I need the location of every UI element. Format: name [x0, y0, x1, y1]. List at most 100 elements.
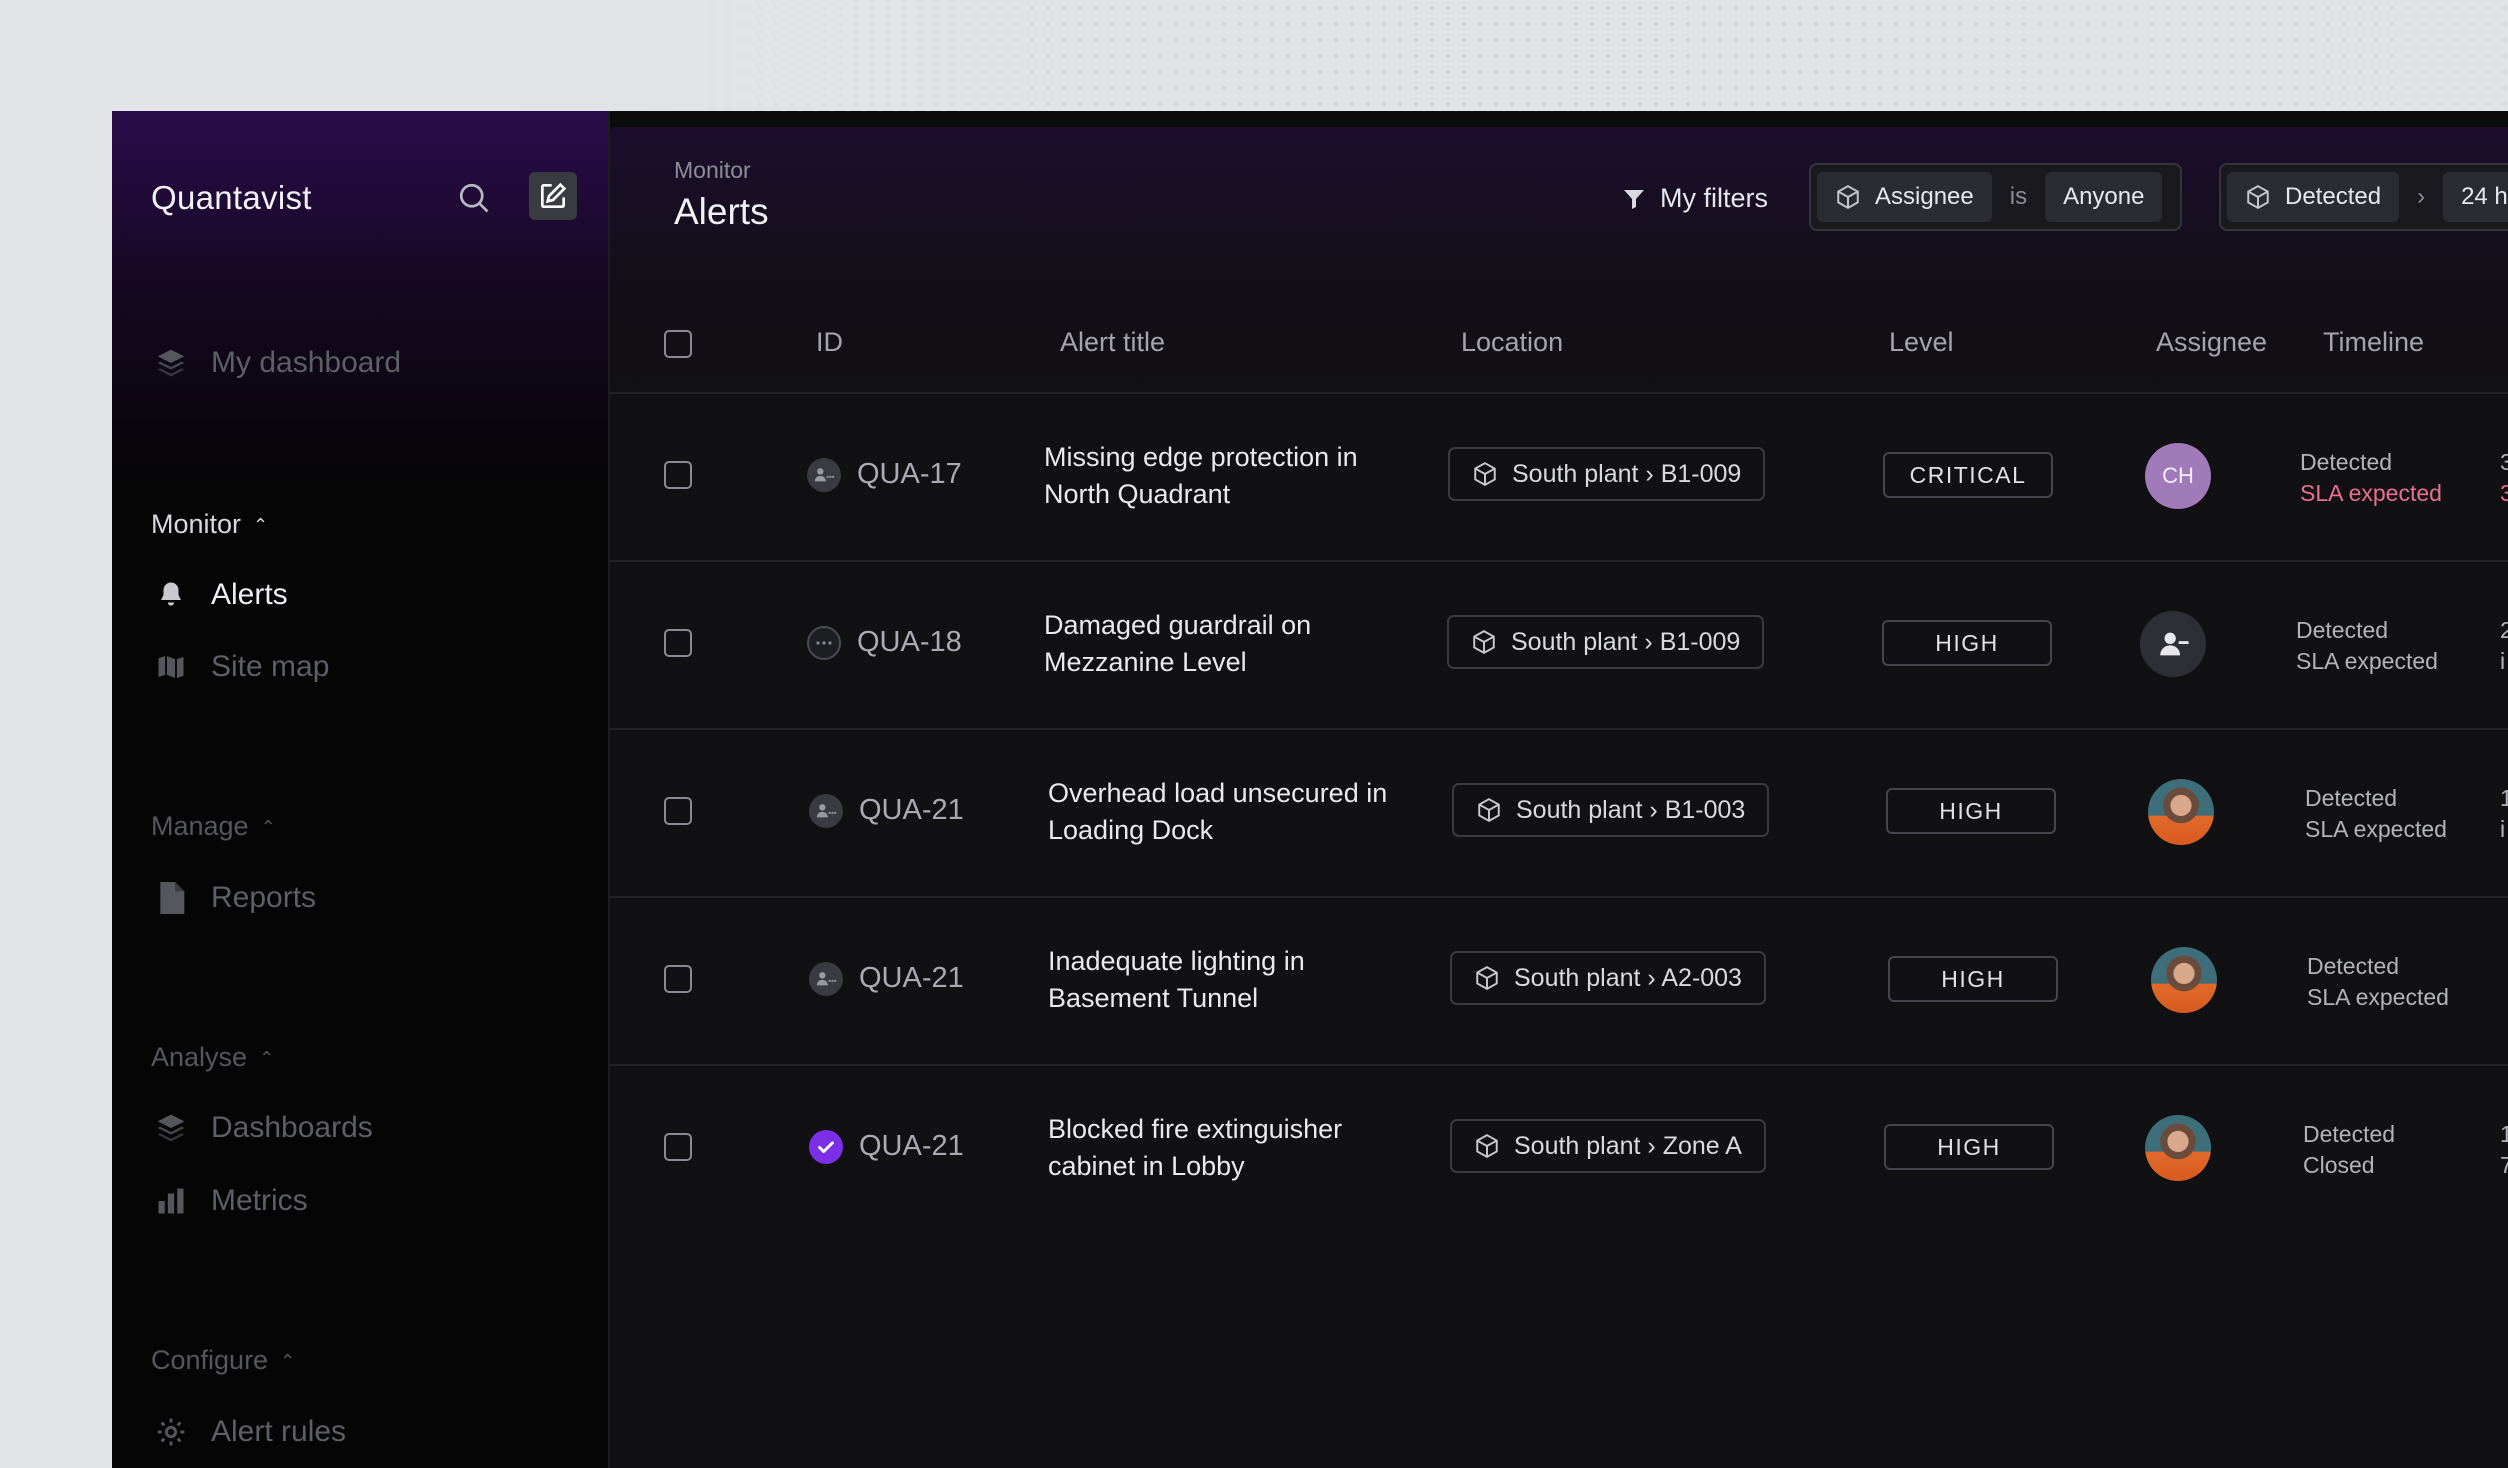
table-row[interactable]: QUA-21 Blocked fire extinguisher cabinet… — [610, 1066, 2508, 1232]
row-checkbox[interactable] — [664, 1133, 692, 1161]
main-panel: Monitor Alerts My filters Assignee is An… — [610, 127, 2508, 1468]
app-window: Quantavist My dashboard Monitor ⌃ Alerts — [112, 111, 2508, 1468]
location-label: South plant › B1-003 — [1516, 795, 1746, 824]
column-header-timeline[interactable]: Timeline — [2323, 327, 2424, 358]
section-manage[interactable]: Manage ⌃ — [151, 811, 276, 842]
timeline: Detected Closed — [2303, 1119, 2395, 1181]
alert-id[interactable]: QUA-21 — [859, 794, 964, 827]
alert-title[interactable]: Damaged guardrail on Mezzanine Level — [1044, 607, 1384, 681]
alert-id[interactable]: QUA-21 — [859, 1130, 964, 1163]
column-header-assignee[interactable]: Assignee — [2156, 327, 2267, 358]
my-filters-button[interactable]: My filters — [1622, 183, 1768, 214]
chevron-updown-icon: ⌃ — [253, 514, 269, 535]
alert-title[interactable]: Overhead load unsecured in Loading Dock — [1048, 775, 1388, 849]
filter-operator[interactable]: › — [2399, 183, 2443, 211]
cube-icon — [1478, 798, 1500, 822]
filter-detected[interactable]: Detected › 24 h — [2219, 163, 2508, 231]
table-row[interactable]: QUA-21 Overhead load unsecured in Loadin… — [610, 730, 2508, 898]
table-row[interactable]: QUA-18 Damaged guardrail on Mezzanine Le… — [610, 562, 2508, 730]
avatar[interactable] — [2145, 1115, 2211, 1181]
timeline: Detected SLA expected — [2296, 615, 2438, 677]
filter-field-chip[interactable]: Detected — [2227, 172, 2400, 222]
sidebar-item-label: Metrics — [211, 1184, 308, 1217]
sidebar-item-my-dashboard[interactable]: My dashboard — [151, 343, 401, 383]
location-label: South plant › A2-003 — [1514, 963, 1742, 992]
filter-icon — [1624, 189, 1644, 209]
timeline-sla: SLA expected — [2296, 648, 2438, 674]
alert-id[interactable]: QUA-21 — [859, 962, 964, 995]
alert-title[interactable]: Missing edge protection in North Quadran… — [1044, 439, 1384, 513]
table-row[interactable]: QUA-21 Inadequate lighting in Basement T… — [610, 898, 2508, 1066]
timeline-value-clipped: i — [2500, 816, 2506, 842]
sidebar-item-alert-rules[interactable]: Alert rules — [151, 1412, 346, 1452]
location-chip[interactable]: South plant › B1-009 — [1448, 447, 1766, 501]
avatar[interactable]: CH — [2145, 443, 2211, 509]
row-checkbox[interactable] — [664, 629, 692, 657]
location-chip[interactable]: South plant › A2-003 — [1450, 951, 1766, 1005]
sidebar-item-label: Reports — [211, 881, 317, 914]
section-configure[interactable]: Configure ⌃ — [151, 1345, 295, 1376]
timeline-value-clipped: 7 — [2500, 1152, 2508, 1178]
row-checkbox[interactable] — [664, 797, 692, 825]
sidebar-item-reports[interactable]: Reports — [151, 878, 316, 918]
filter-value-chip[interactable]: Anyone — [2045, 172, 2163, 222]
avatar[interactable] — [2151, 947, 2217, 1013]
column-header-level[interactable]: Level — [1889, 327, 1954, 358]
timeline-sla: SLA expected — [2305, 816, 2447, 842]
filter-field-label: Assignee — [1875, 183, 1974, 210]
location-chip[interactable]: South plant › B1-009 — [1447, 615, 1765, 669]
gear-icon — [151, 1412, 191, 1452]
timeline-value-clipped: 1 — [2500, 785, 2508, 811]
filter-operator[interactable]: is — [1992, 183, 2045, 211]
bar-chart-icon — [151, 1181, 191, 1221]
location-label: South plant › B1-009 — [1511, 627, 1741, 656]
timeline-status: Closed — [2303, 1152, 2375, 1178]
avatar[interactable] — [2148, 779, 2214, 845]
filter-field-chip[interactable]: Assignee — [1817, 172, 1992, 222]
cube-icon — [1476, 1134, 1498, 1158]
chevron-updown-icon: ⌃ — [259, 1047, 275, 1068]
chevron-updown-icon: ⌃ — [280, 1350, 296, 1371]
assigned-status-icon[interactable] — [809, 962, 843, 996]
alert-id[interactable]: QUA-18 — [857, 626, 962, 659]
search-icon — [459, 183, 489, 213]
select-all-checkbox[interactable] — [664, 330, 692, 358]
file-icon — [151, 878, 191, 918]
column-header-location[interactable]: Location — [1461, 327, 1563, 358]
row-checkbox[interactable] — [664, 461, 692, 489]
compose-button[interactable] — [529, 172, 577, 220]
column-header-id[interactable]: ID — [816, 327, 843, 358]
chevron-updown-icon: ⌃ — [260, 816, 276, 837]
sidebar-item-site-map[interactable]: Site map — [151, 647, 329, 687]
breadcrumb[interactable]: Monitor — [674, 157, 751, 184]
resolved-check-icon[interactable] — [809, 1130, 843, 1164]
timeline-value-clipped: 1 — [2500, 1121, 2508, 1147]
my-filters-label: My filters — [1660, 183, 1768, 213]
sidebar-item-alerts[interactable]: Alerts — [151, 575, 288, 615]
filter-value-label: Anyone — [2063, 183, 2145, 210]
filter-assignee[interactable]: Assignee is Anyone — [1809, 163, 2182, 231]
section-analyse[interactable]: Analyse ⌃ — [151, 1042, 274, 1073]
alert-title[interactable]: Blocked fire extinguisher cabinet in Lob… — [1048, 1111, 1388, 1185]
sidebar-item-metrics[interactable]: Metrics — [151, 1181, 308, 1221]
table-row[interactable]: QUA-17 Missing edge protection in North … — [610, 394, 2508, 562]
assigned-status-icon[interactable] — [809, 794, 843, 828]
row-checkbox[interactable] — [664, 965, 692, 993]
alert-id[interactable]: QUA-17 — [857, 458, 962, 491]
section-monitor[interactable]: Monitor ⌃ — [151, 509, 268, 540]
unassigned-status-icon[interactable] — [807, 626, 841, 660]
timeline: Detected SLA expected — [2307, 951, 2449, 1013]
sidebar-item-dashboards[interactable]: Dashboards — [151, 1108, 373, 1148]
assigned-status-icon[interactable] — [807, 458, 841, 492]
location-chip[interactable]: South plant › Zone A — [1450, 1119, 1766, 1173]
alert-title[interactable]: Inadequate lighting in Basement Tunnel — [1048, 943, 1388, 1017]
timeline-sla: SLA expected — [2300, 480, 2442, 506]
assign-user-avatar[interactable] — [2140, 611, 2206, 677]
column-header-title[interactable]: Alert title — [1060, 327, 1165, 358]
sidebar-item-label: Alert rules — [211, 1415, 347, 1448]
filter-value-chip[interactable]: 24 h — [2443, 172, 2508, 222]
search-button[interactable] — [452, 176, 496, 220]
location-chip[interactable]: South plant › B1-003 — [1452, 783, 1770, 837]
cube-icon — [1473, 630, 1495, 654]
background-fade — [0, 0, 2508, 112]
